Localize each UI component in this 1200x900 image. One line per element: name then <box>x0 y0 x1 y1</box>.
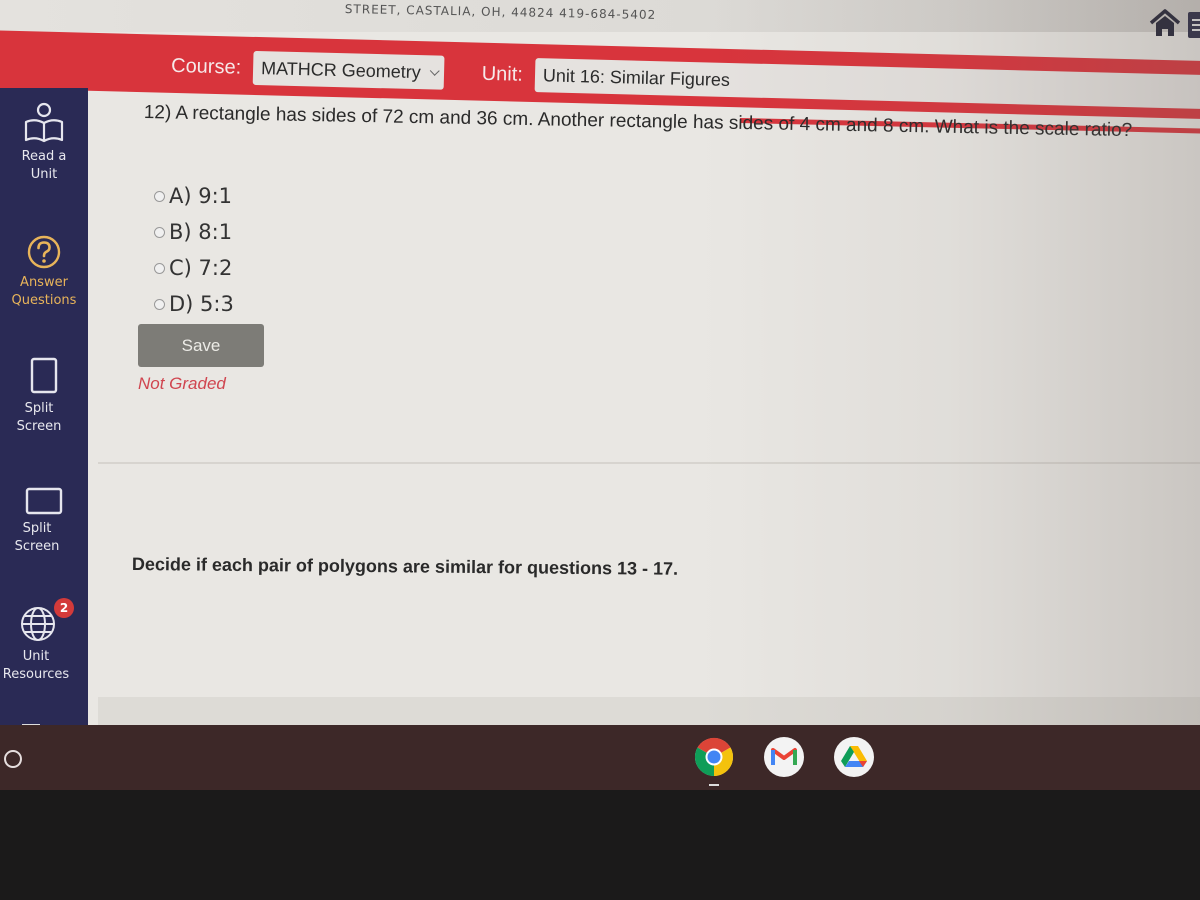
chrome-app-button[interactable] <box>694 737 734 777</box>
sidebar-item-split-screen-portrait[interactable]: Split Screen <box>0 356 88 436</box>
screen: STREET, CASTALIA, OH, 44824 419-684-5402… <box>0 0 1200 725</box>
book-reader-icon <box>24 102 64 143</box>
notification-badge: 2 <box>54 598 74 618</box>
sidebar-item-answer-questions[interactable]: Answer Questions <box>0 234 88 310</box>
course-select-value: MATHCR Geometry <box>260 57 422 82</box>
running-indicator <box>709 784 719 786</box>
unit-label: Unit: <box>481 62 524 86</box>
device-bezel <box>0 790 1200 900</box>
sidebar-item-label: Unit <box>22 649 50 664</box>
grading-status: Not Graded <box>138 374 226 393</box>
radio-button[interactable] <box>154 262 165 274</box>
split-screen-portrait-icon <box>30 357 58 394</box>
answer-option-c[interactable]: C) 7:2 <box>154 250 234 286</box>
radio-button[interactable] <box>154 190 165 202</box>
option-label: A) 9:1 <box>169 184 233 208</box>
unit-select-value: Unit 16: Similar Figures <box>542 64 731 90</box>
sidebar-item-label: Screen <box>14 539 60 554</box>
menu-button[interactable] <box>1188 12 1200 38</box>
sidebar-item-label: Split <box>22 521 52 536</box>
sidebar-item-label: Answer <box>20 275 68 290</box>
main-content: 12) A rectangle has sides of 72 cm and 3… <box>98 92 1200 725</box>
question-circle-icon <box>27 235 61 269</box>
answer-option-d[interactable]: D) 5:3 <box>154 286 234 322</box>
sidebar-item-label: Split <box>24 401 54 416</box>
sidebar-item-label: Unit <box>30 167 58 182</box>
answer-option-b[interactable]: B) 8:1 <box>154 214 234 250</box>
sidebar-item-split-screen-landscape[interactable]: Split Screen <box>0 486 88 556</box>
answer-option-a[interactable]: A) 9:1 <box>154 178 234 214</box>
sidebar: Read a Unit Answer Questions Split Scree… <box>0 88 88 725</box>
launcher-icon[interactable] <box>4 750 22 768</box>
sidebar-item-label: Questions <box>11 293 77 308</box>
sidebar-item-label: Read a <box>21 149 67 164</box>
gmail-icon <box>771 748 797 765</box>
radio-button[interactable] <box>154 226 165 238</box>
question-text: 12) A rectangle has sides of 72 cm and 3… <box>143 102 1133 142</box>
option-label: D) 5:3 <box>169 292 234 316</box>
section-divider <box>98 462 1200 464</box>
course-select[interactable]: MATHCR Geometry <box>252 50 445 90</box>
google-drive-icon <box>841 746 867 767</box>
save-button[interactable]: Save <box>138 324 264 367</box>
home-icon <box>1149 9 1181 36</box>
sidebar-item-label: Resources <box>2 667 70 682</box>
answer-options: A) 9:1 B) 8:1 C) 7:2 D) 5:3 <box>154 178 234 322</box>
option-label: B) 8:1 <box>169 220 233 244</box>
course-label: Course: <box>170 54 242 79</box>
split-screen-landscape-icon <box>25 487 63 515</box>
sidebar-item-label: Screen <box>16 419 62 434</box>
gmail-app-button[interactable] <box>764 737 804 777</box>
home-button[interactable] <box>1148 8 1182 38</box>
sidebar-item-read-a-unit[interactable]: Read a Unit <box>0 102 88 184</box>
globe-icon <box>21 607 55 641</box>
content-footer-band <box>98 697 1200 725</box>
chevron-down-icon <box>429 65 440 76</box>
option-label: C) 7:2 <box>169 256 233 280</box>
instructions-text: Decide if each pair of polygons are simi… <box>131 554 679 579</box>
os-shelf <box>0 725 1200 790</box>
drive-app-button[interactable] <box>834 737 874 777</box>
school-address: STREET, CASTALIA, OH, 44824 419-684-5402 <box>344 2 657 22</box>
sidebar-item-unit-resources[interactable]: 2 Unit Resources <box>0 596 88 684</box>
radio-button[interactable] <box>154 298 165 310</box>
chrome-icon <box>694 737 734 777</box>
top-strip: STREET, CASTALIA, OH, 44824 419-684-5402 <box>0 0 1200 38</box>
